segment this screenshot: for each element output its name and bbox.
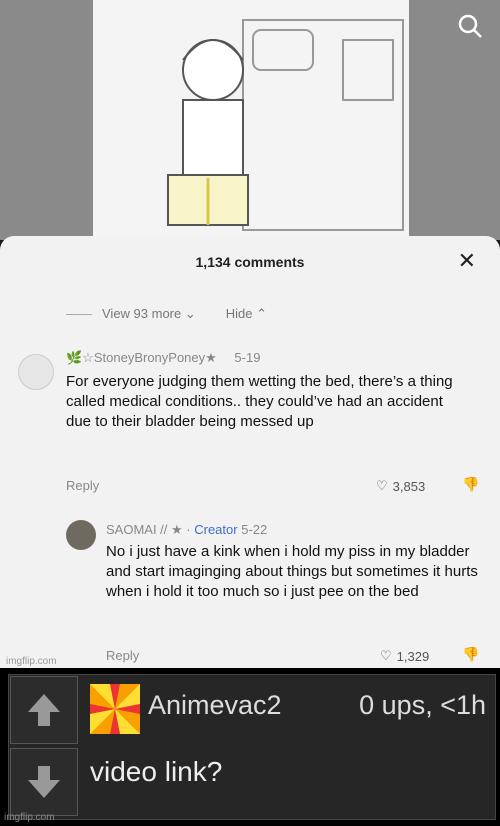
upvote-button[interactable] — [10, 676, 78, 744]
arrow-up-icon — [28, 694, 60, 726]
divider — [66, 313, 92, 315]
comment-count: 1,134 comments — [195, 254, 305, 270]
downvote-button[interactable] — [10, 748, 78, 816]
heart-icon[interactable]: ♡ — [380, 648, 392, 664]
view-more-button[interactable]: View 93 more ⌄ — [102, 306, 196, 322]
view-more-row: View 93 more ⌄ Hide ⌃ — [66, 306, 267, 322]
chevron-down-icon: ⌄ — [184, 306, 196, 321]
dislike-icon[interactable]: 👎 — [462, 646, 479, 663]
like-count[interactable]: ♡ 1,329 — [380, 648, 429, 664]
vote-column — [10, 676, 78, 816]
comment1-text: For everyone judging them wetting the be… — [66, 373, 453, 430]
hide-button[interactable]: Hide ⌃ — [226, 306, 267, 322]
comment-text: video link? — [90, 756, 223, 787]
character-illustration — [167, 19, 404, 231]
comments-panel: 1,134 comments ✕ View 93 more ⌄ Hide ⌃ 🌿… — [0, 236, 500, 668]
comment2-text: No i just have a kink when i hold my pis… — [106, 543, 478, 600]
chevron-up-icon: ⌃ — [256, 306, 268, 321]
comment1-username[interactable]: 🌿☆StoneyBronyPoney★ 5-19 — [66, 350, 260, 366]
close-icon[interactable]: ✕ — [458, 248, 476, 274]
reply-button[interactable]: Reply — [66, 478, 99, 493]
video-frame — [0, 0, 500, 240]
comment-meta: 0 ups, <1h — [359, 690, 486, 720]
anime-drawing — [93, 0, 409, 240]
like-count[interactable]: ♡ 3,853 — [376, 478, 425, 494]
comment2-username[interactable]: SAOMAI // ★ · Creator 5-22 — [106, 522, 267, 538]
search-icon[interactable] — [456, 12, 484, 40]
user-avatar-icon[interactable] — [90, 684, 140, 734]
watermark: imgflip.com — [4, 812, 55, 823]
dislike-icon[interactable]: 👎 — [462, 476, 479, 493]
comment-author[interactable]: Animevac2 — [148, 690, 282, 721]
watermark: imgflip.com — [6, 656, 57, 667]
reply-button[interactable]: Reply — [106, 648, 139, 663]
avatar[interactable] — [66, 520, 96, 550]
avatar[interactable] — [18, 354, 54, 390]
arrow-down-icon — [28, 766, 60, 798]
heart-icon[interactable]: ♡ — [376, 478, 388, 494]
